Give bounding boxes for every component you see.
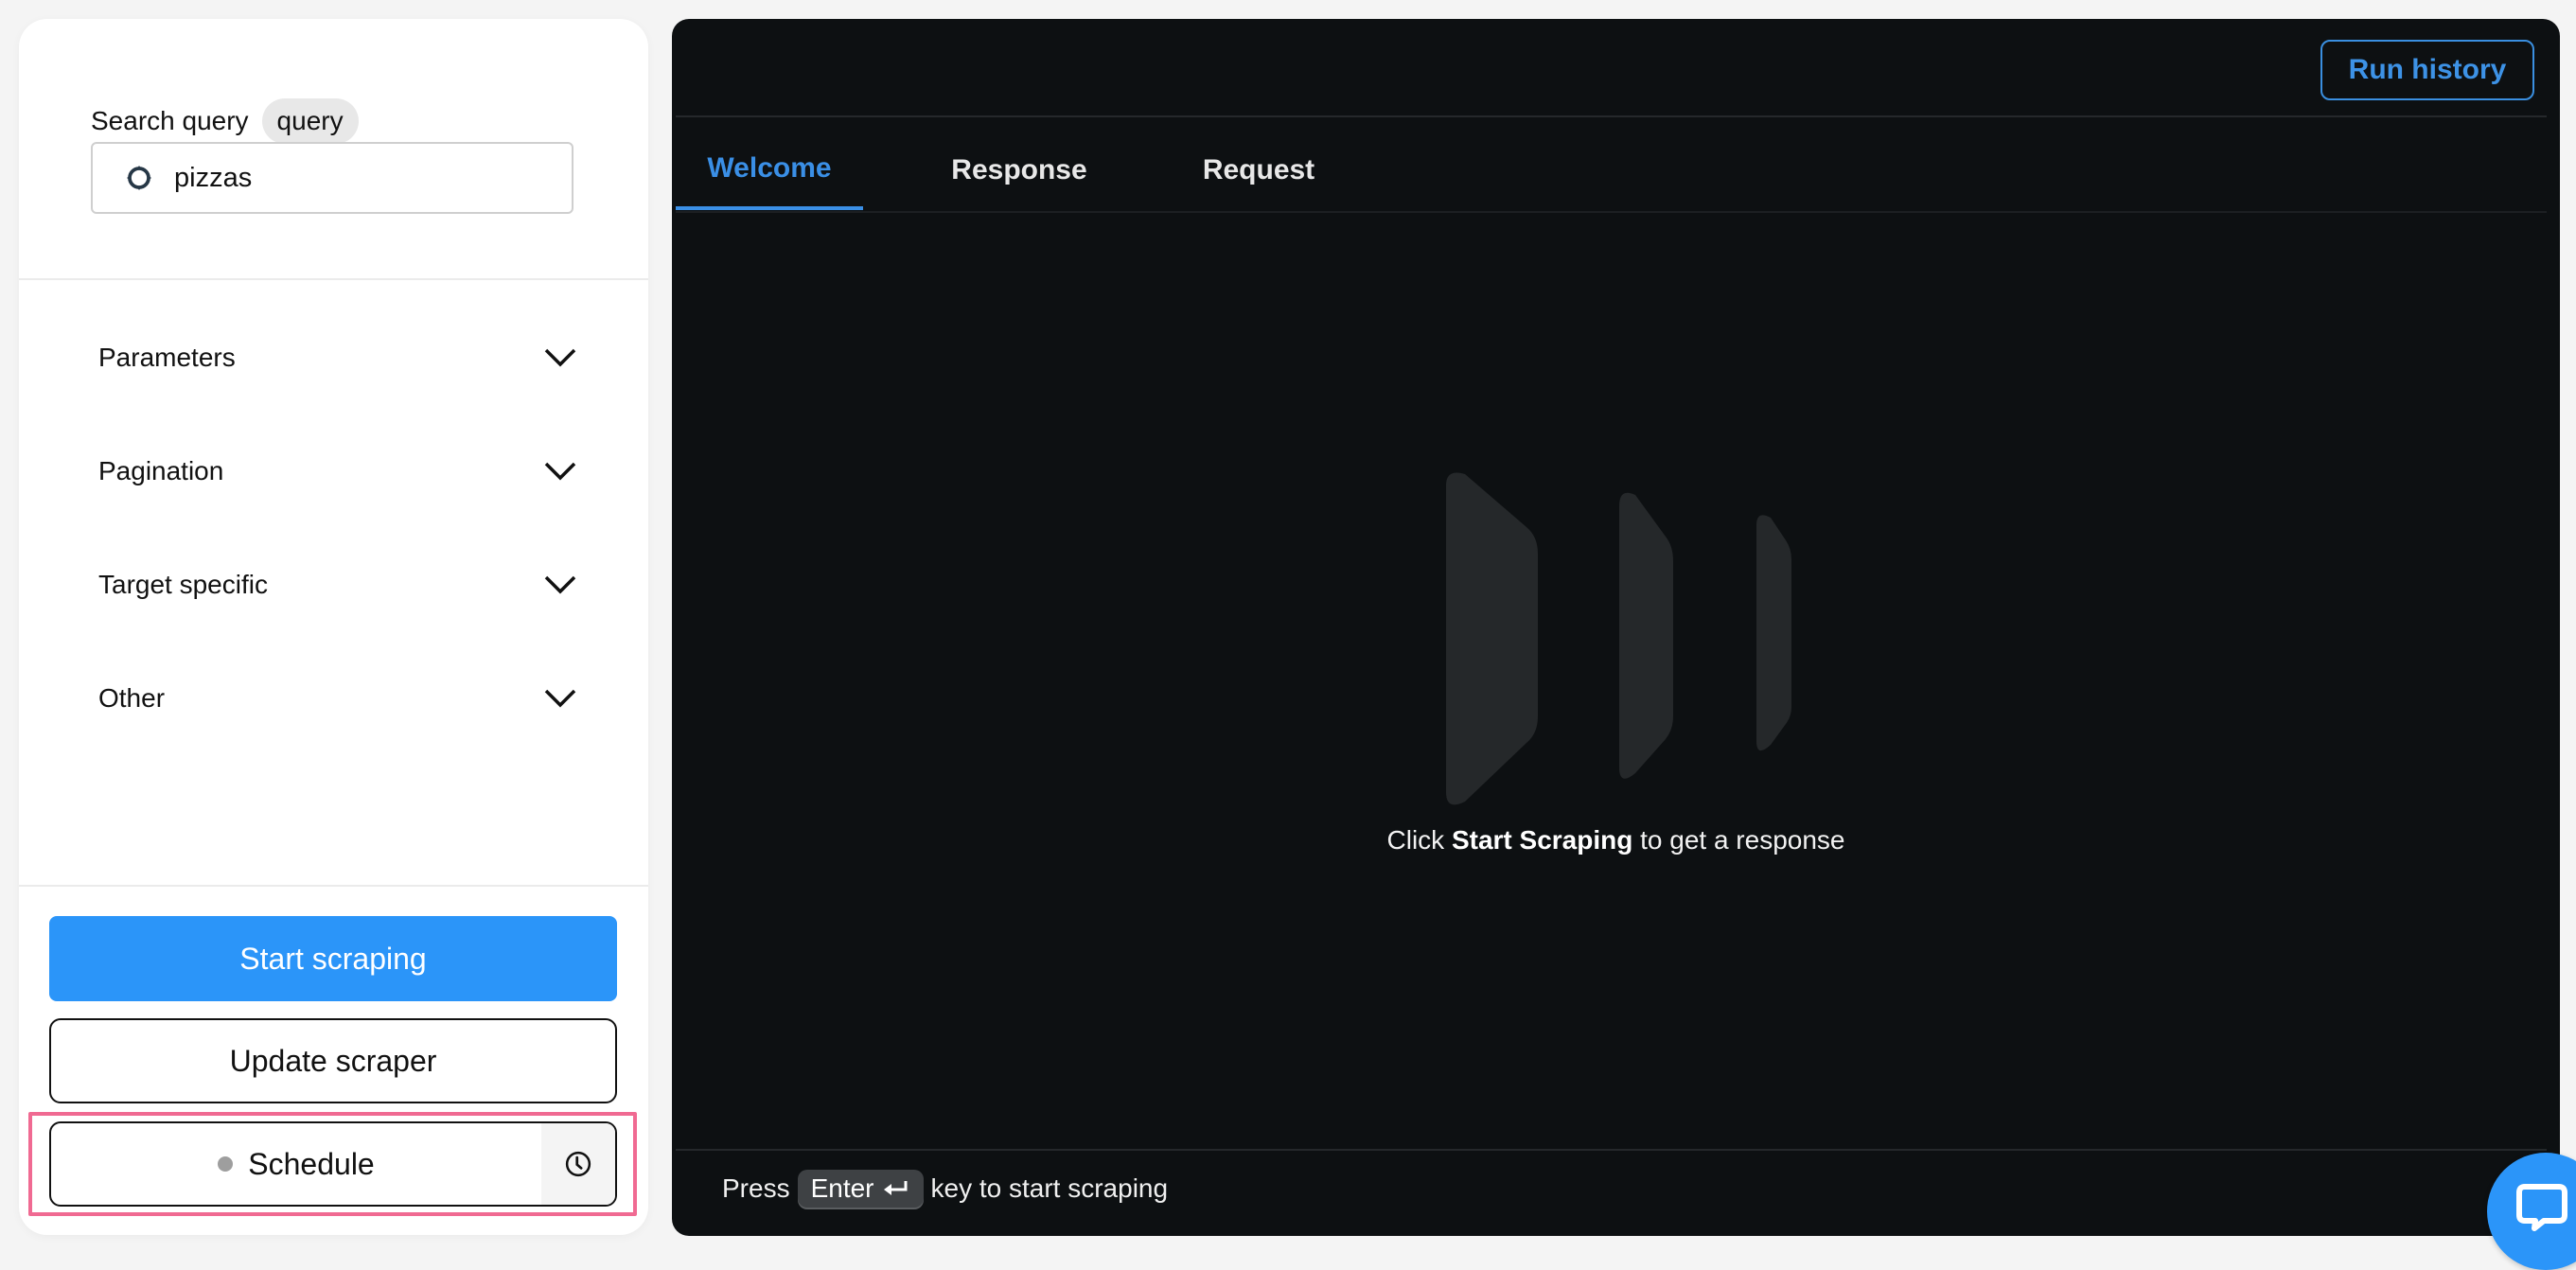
- schedule-clock-button[interactable]: [541, 1123, 615, 1205]
- hint-prefix: Press: [722, 1173, 790, 1203]
- empty-state-message: Click Start Scraping to get a response: [672, 825, 2560, 855]
- hint-suffix: key to start scraping: [930, 1173, 1169, 1203]
- enter-key-badge: Enter: [797, 1170, 924, 1208]
- chat-icon: [2516, 1184, 2567, 1231]
- chevron-down-icon: [544, 462, 576, 481]
- schedule-button[interactable]: Schedule: [51, 1123, 541, 1205]
- status-dot-icon: [218, 1156, 234, 1172]
- enter-key-label: Enter: [810, 1173, 874, 1203]
- empty-state-illustration: [1446, 472, 1791, 805]
- chevron-down-icon: [544, 689, 576, 708]
- illustration-shape-large: [1446, 472, 1538, 805]
- search-query-label: Search query: [91, 106, 249, 135]
- run-history-button[interactable]: Run history: [2320, 40, 2534, 100]
- start-scraping-button[interactable]: Start scraping: [49, 916, 617, 1001]
- divider: [676, 1149, 2547, 1151]
- tab-bar: Welcome Response Request: [676, 131, 1342, 212]
- divider: [19, 278, 648, 280]
- tab-response[interactable]: Response: [863, 131, 1175, 210]
- response-panel: Run history Welcome Response Request Cli…: [672, 19, 2560, 1236]
- divider: [676, 115, 2547, 117]
- schedule-label: Schedule: [248, 1146, 375, 1181]
- empty-state-prefix: Click: [1386, 825, 1445, 855]
- enter-key-icon: [883, 1181, 908, 1195]
- search-query-input[interactable]: pizzas: [91, 142, 573, 214]
- settings-panel: Search query query pizzas Parameters Pag…: [19, 19, 648, 1235]
- empty-state-suffix: to get a response: [1640, 825, 1845, 855]
- query-param-chip: query: [261, 98, 359, 144]
- search-query-value: pizzas: [174, 162, 253, 193]
- accordion-label: Parameters: [98, 343, 236, 372]
- search-query-header: Search query query: [91, 98, 359, 144]
- illustration-shape-medium: [1619, 492, 1673, 779]
- accordion-label: Target specific: [98, 570, 268, 599]
- chevron-down-icon: [544, 348, 576, 367]
- target-icon: [126, 165, 152, 191]
- illustration-shape-small: [1756, 515, 1791, 751]
- tab-welcome[interactable]: Welcome: [676, 131, 863, 210]
- accordion-other[interactable]: Other: [98, 670, 577, 727]
- divider: [676, 211, 2547, 213]
- keyboard-hint: Press Enter key to start scraping: [722, 1170, 1168, 1208]
- accordion-label: Other: [98, 683, 166, 713]
- clock-icon: [565, 1151, 591, 1177]
- schedule-button-group: Schedule: [49, 1121, 617, 1207]
- accordion-label: Pagination: [98, 456, 224, 485]
- chevron-down-icon: [544, 575, 576, 594]
- accordion-parameters[interactable]: Parameters: [98, 329, 577, 386]
- accordion-pagination[interactable]: Pagination: [98, 443, 577, 500]
- empty-state-bold: Start Scraping: [1451, 825, 1633, 855]
- divider: [19, 885, 648, 887]
- update-scraper-button[interactable]: Update scraper: [49, 1018, 617, 1103]
- tab-request[interactable]: Request: [1175, 131, 1342, 210]
- accordion-target-specific[interactable]: Target specific: [98, 556, 577, 613]
